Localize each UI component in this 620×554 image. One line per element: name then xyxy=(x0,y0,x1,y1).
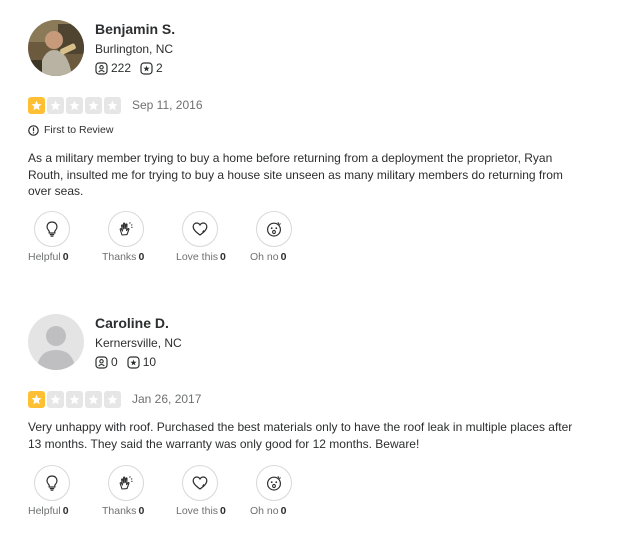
helpful-button[interactable] xyxy=(34,210,70,247)
first-to-review-badge: First to Review xyxy=(28,123,598,137)
friends-count: 222 xyxy=(111,61,132,75)
review-header: Benjamin S. Burlington, NC 222 2 xyxy=(28,18,598,78)
friends-icon xyxy=(95,62,108,75)
heart-icon xyxy=(192,222,208,236)
user-name[interactable]: Caroline D. xyxy=(95,314,182,332)
review-header: Caroline D. Kernersville, NC 0 10 xyxy=(28,312,598,372)
avatar[interactable] xyxy=(28,314,84,370)
star-icon xyxy=(28,96,45,114)
thanks-button[interactable] xyxy=(108,465,144,502)
oh-no-button[interactable] xyxy=(256,210,292,247)
reaction-count: 0 xyxy=(62,250,69,263)
reaction-count: 0 xyxy=(138,505,145,518)
reaction-label: Love this xyxy=(176,250,219,263)
heart-icon xyxy=(192,476,208,490)
reaction-count: 0 xyxy=(280,250,287,263)
star-icon xyxy=(85,390,102,408)
star-rating xyxy=(28,390,123,408)
friends-stat: 222 xyxy=(95,61,131,76)
helpful-button[interactable] xyxy=(34,465,70,502)
reaction-label: Thanks xyxy=(102,505,137,518)
star-icon xyxy=(66,390,83,408)
friends-count: 0 xyxy=(111,355,118,369)
review-text: As a military member trying to buy a hom… xyxy=(28,151,563,199)
review-card: Benjamin S. Burlington, NC 222 2 Sep 11, xyxy=(28,18,598,263)
info-icon xyxy=(28,124,39,136)
star-icon xyxy=(28,390,45,408)
oh-no-button[interactable] xyxy=(256,465,292,502)
reaction-label: Love this xyxy=(176,505,219,518)
reaction-count: 0 xyxy=(138,250,145,263)
reaction-label: Oh no xyxy=(250,250,279,263)
lightbulb-icon xyxy=(46,475,58,491)
reaction-count: 0 xyxy=(220,505,226,518)
user-location: Burlington, NC xyxy=(95,42,174,56)
friends-icon xyxy=(95,356,108,369)
reaction-thanks[interactable]: Thanks 0 xyxy=(102,210,176,263)
avatar[interactable] xyxy=(28,20,84,76)
star-rating xyxy=(28,96,123,114)
reaction-label: Oh no xyxy=(250,505,279,518)
star-icon xyxy=(47,96,64,114)
reaction-count: 0 xyxy=(220,250,226,263)
reaction-love-this[interactable]: Love this 0 xyxy=(176,465,250,517)
friends-stat: 0 xyxy=(95,355,118,370)
star-icon xyxy=(47,390,64,408)
reaction-helpful[interactable]: Helpful 0 xyxy=(28,465,102,517)
star-icon xyxy=(85,96,102,114)
user-name[interactable]: Benjamin S. xyxy=(95,20,175,38)
clapping-hands-icon xyxy=(119,221,133,236)
review-count-icon xyxy=(127,356,140,369)
user-location: Kernersville, NC xyxy=(95,336,182,350)
lightbulb-icon xyxy=(46,221,58,237)
reaction-love-this[interactable]: Love this 0 xyxy=(176,210,250,263)
review-count-icon xyxy=(140,62,153,75)
rating-row: Jan 26, 2017 xyxy=(28,390,598,408)
reviews-count: 2 xyxy=(156,61,163,75)
review-text: Very unhappy with roof. Purchased the be… xyxy=(28,420,573,451)
review-card: Caroline D. Kernersville, NC 0 10 Jan 26… xyxy=(28,312,598,517)
reviews-stat: 10 xyxy=(127,355,156,370)
surprised-face-icon xyxy=(266,476,282,491)
love-this-button[interactable] xyxy=(182,465,218,502)
reviews-count: 10 xyxy=(142,355,157,369)
reviews-stat: 2 xyxy=(140,61,163,76)
reaction-label: Thanks xyxy=(102,250,137,263)
star-icon xyxy=(104,390,121,408)
user-stats: 222 2 xyxy=(95,61,175,76)
reaction-oh-no[interactable]: Oh no 0 xyxy=(250,210,324,263)
thanks-button[interactable] xyxy=(108,210,144,247)
clapping-hands-icon xyxy=(119,476,133,490)
reaction-label: Helpful xyxy=(28,250,61,263)
reaction-oh-no[interactable]: Oh no 0 xyxy=(250,465,324,517)
review-date: Sep 11, 2016 xyxy=(132,98,203,112)
reaction-label: Helpful xyxy=(28,505,61,518)
surprised-face-icon xyxy=(266,221,282,237)
love-this-button[interactable] xyxy=(182,210,218,247)
star-icon xyxy=(66,96,83,114)
reaction-count: 0 xyxy=(280,505,287,518)
reaction-helpful[interactable]: Helpful 0 xyxy=(28,210,102,263)
review-date: Jan 26, 2017 xyxy=(132,392,202,406)
reaction-thanks[interactable]: Thanks 0 xyxy=(102,465,176,517)
reaction-bar: Helpful 0 Thanks 0 Love this 0 Oh no 0 xyxy=(28,210,598,263)
badge-label: First to Review xyxy=(44,124,114,136)
user-stats: 0 10 xyxy=(95,355,182,370)
rating-row: Sep 11, 2016 xyxy=(28,96,598,114)
reaction-bar: Helpful 0 Thanks 0 Love this 0 Oh no 0 xyxy=(28,465,598,517)
star-icon xyxy=(104,96,121,114)
reaction-count: 0 xyxy=(62,505,69,518)
